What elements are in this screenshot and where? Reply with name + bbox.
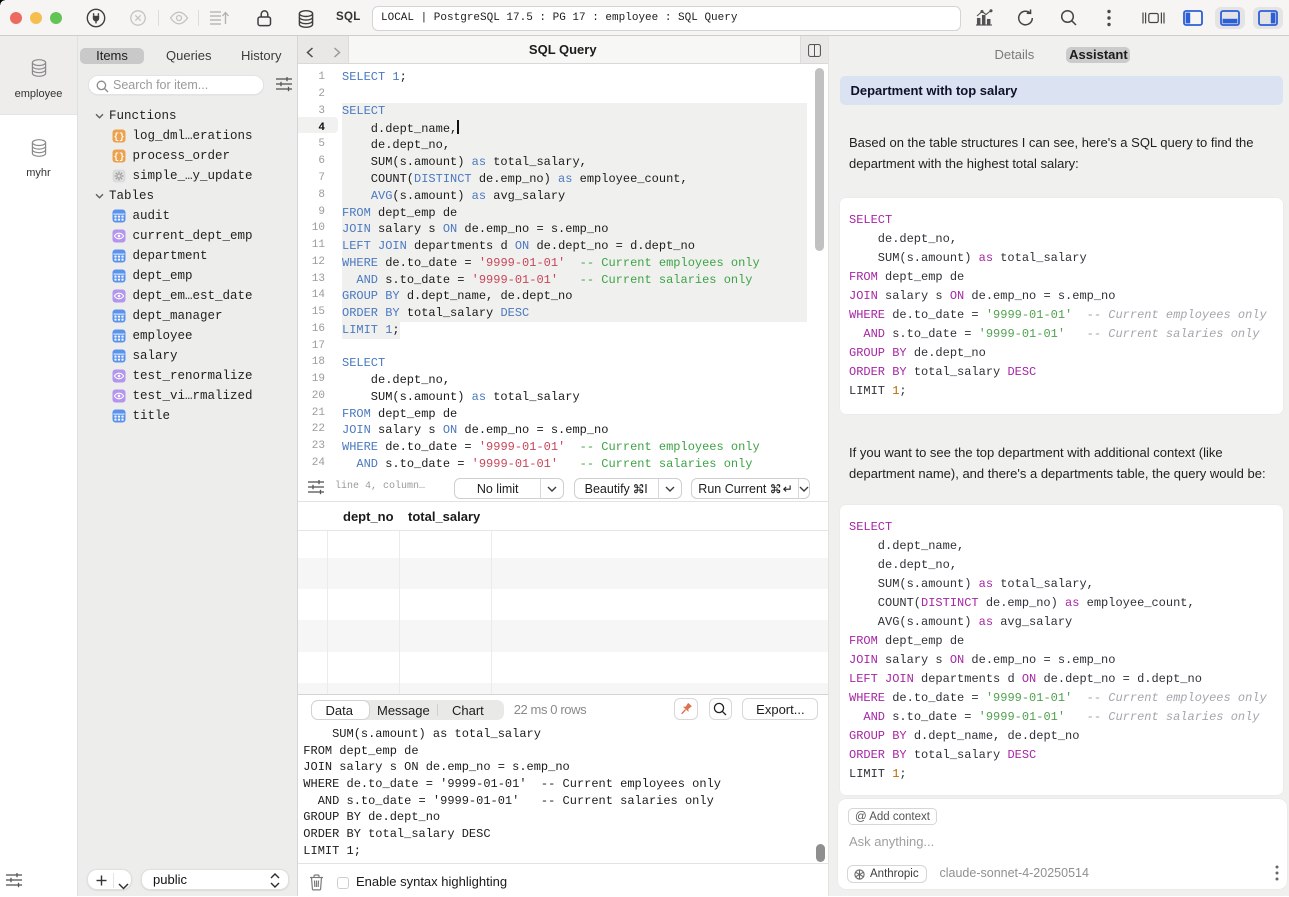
svg-text:{}: {} (113, 152, 124, 162)
svg-text:{}: {} (113, 132, 124, 142)
